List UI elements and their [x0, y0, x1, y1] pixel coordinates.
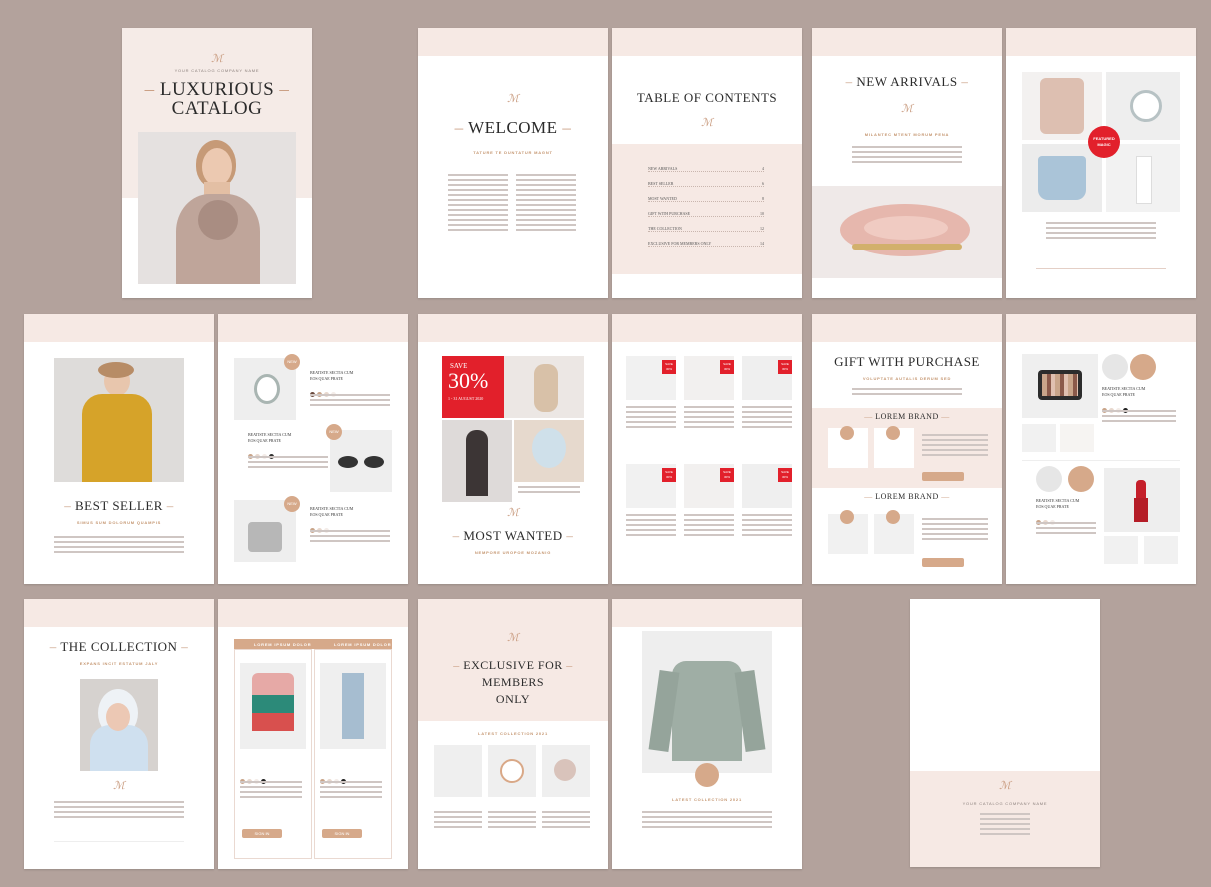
yellow-blazer-photo	[54, 358, 184, 482]
rose-watch-photo[interactable]	[488, 745, 536, 797]
knitwear-page: LOREM IPSUM DOLOR LOREM IPSUM DOLOR SIGN…	[218, 599, 408, 869]
featured-badge: FEATURED MAGIC	[1088, 126, 1120, 158]
sign-in-button[interactable]: SIGN IN	[322, 829, 362, 838]
tab-lorem-2[interactable]: LOREM IPSUM DOLOR	[334, 642, 391, 647]
product-list-page: NEW BEATISTE SECTIA CUM EOS QUAE PRATE B…	[218, 314, 408, 584]
cover-tagline: YOUR CATALOG COMPANY NAME	[174, 68, 260, 73]
gift-button[interactable]	[922, 472, 964, 481]
best-seller-title: BEST SELLER	[75, 498, 163, 513]
denim-skirt-photo	[1022, 144, 1102, 212]
sign-in-button[interactable]: SIGN IN	[242, 829, 282, 838]
exclusive-section-label: LATEST COLLECTION 2021	[478, 731, 548, 736]
sale-grid-page: SAVE 30% SAVE 30% SAVE 30% SAVE 30% SAVE 30% SAVE 3…	[612, 314, 802, 584]
sale-badge: SAVE 30%	[778, 360, 792, 374]
new-badge: NEW	[284, 354, 300, 370]
gift-button[interactable]	[922, 558, 964, 567]
toc-entry[interactable]: GIFT WITH PURCHASE 10	[648, 211, 764, 217]
toc-entry[interactable]: NEW ARRIVALS 4	[648, 166, 764, 172]
jeans-photo[interactable]	[320, 663, 386, 749]
toc-entry[interactable]: BEST SELLER 6	[648, 181, 764, 187]
blue-hair-photo	[514, 420, 584, 482]
logo-mark: ℳ	[507, 507, 519, 519]
gift-brand-1: LOREM BRAND	[875, 412, 939, 421]
exclusive-members-page: ℳ – EXCLUSIVE FOR – MEMBERS ONLY LATEST …	[418, 599, 608, 869]
featured-products-page: FEATURED MAGIC	[1006, 28, 1196, 298]
eyeshadow-palette-photo[interactable]	[1022, 354, 1098, 418]
white-hair-model-photo	[80, 679, 158, 771]
exclusive-title-line1: EXCLUSIVE FOR	[463, 658, 563, 672]
welcome-body-left	[448, 174, 508, 234]
logo-mark: ℳ	[507, 632, 519, 644]
logo-mark: ℳ	[901, 103, 913, 115]
black-dress-photo	[442, 420, 512, 502]
beige-model-photo	[504, 356, 584, 418]
gift-subtitle: VOLUPTATE AUTALIS DERUM SED	[862, 376, 952, 381]
cover-title-line1: LUXURIOUS	[159, 79, 275, 100]
toc-page: TABLE OF CONTENTS ℳ NEW ARRIVALS 4 BEST S…	[612, 28, 802, 298]
latest-collection-caption: LATEST COLLECTION 2021	[672, 797, 742, 802]
welcome-title: WELCOME	[468, 118, 558, 137]
sale-badge: SAVE 30%	[720, 360, 734, 374]
gift-with-purchase-page: GIFT WITH PURCHASE VOLUPTATE AUTALIS DER…	[812, 314, 1002, 584]
logo-mark: ℳ	[113, 780, 125, 792]
cover-title-line2: CATALOG	[171, 98, 263, 119]
collection-title: THE COLLECTION	[60, 639, 178, 654]
new-arrivals-page: – NEW ARRIVALS – ℳ MILANTEC MTENT MORUM …	[812, 28, 1002, 298]
logo-mark: ℳ	[507, 93, 519, 105]
striped-sweater-photo[interactable]	[240, 663, 306, 749]
best-seller-subtitle: SIMUS SUM DOLORUM QUAMPIS	[76, 520, 162, 525]
sale-banner: SAVE 30% 1 - 31 AUGUST 2020	[442, 356, 504, 418]
welcome-body-right	[516, 174, 576, 234]
welcome-subtitle: TATURE TE DUNTATUR MAGNT	[473, 150, 553, 155]
most-wanted-title: MOST WANTED	[463, 528, 563, 543]
gift-title: GIFT WITH PURCHASE	[834, 354, 980, 369]
cover-page: ℳ YOUR CATALOG COMPANY NAME – LUXURIOUS …	[122, 28, 312, 298]
tab-lorem-1[interactable]: LOREM IPSUM DOLOR	[254, 642, 311, 647]
toc-entry[interactable]: MOST WANTED 8	[648, 196, 764, 202]
best-seller-page: – BEST SELLER – SIMUS SUM DOLORUM QUAMPI…	[24, 314, 214, 584]
lipstick-photo[interactable]	[1104, 468, 1180, 532]
back-cover-page: ℳ YOUR CATALOG COMPANY NAME	[910, 599, 1100, 867]
new-arrivals-subtitle: MILANTEC MTENT MORUM PENA	[864, 132, 950, 137]
toc-title: TABLE OF CONTENTS	[636, 90, 778, 105]
logo-mark: ℳ	[701, 117, 713, 129]
beauty-products-page: BEATISTE SECTIA CUM EOS QUAE PRATE BEATI…	[1006, 314, 1196, 584]
toc-list: NEW ARRIVALS 4 BEST SELLER 6 MOST WANTED 8 …	[648, 166, 764, 247]
back-cover-company: YOUR CATALOG COMPANY NAME	[962, 801, 1048, 806]
new-badge: NEW	[326, 424, 342, 440]
exclusive-title-line2: MEMBERS	[481, 675, 545, 689]
white-boot-photo	[1106, 144, 1180, 212]
scarf-photo[interactable]	[542, 745, 590, 797]
new-badge: NEW	[284, 496, 300, 512]
silk-scarf-photo	[812, 186, 1002, 278]
grey-sweater-photo	[642, 631, 772, 773]
sale-badge: SAVE 30%	[662, 360, 676, 374]
logo-mark: ℳ	[999, 780, 1011, 792]
most-wanted-page: SAVE 30% 1 - 31 AUGUST 2020 ℳ – MOST WAN…	[418, 314, 608, 584]
collection-subtitle: EXPANS INCIT ESTATUM JALY	[79, 661, 159, 666]
most-wanted-subtitle: NEMPORE UROPOE MOZANIG	[474, 550, 552, 555]
sale-badge: SAVE 30%	[720, 468, 734, 482]
exclusive-title-line3: ONLY	[495, 692, 531, 706]
sunglasses-product-photo[interactable]	[330, 430, 392, 492]
sale-badge: SAVE 30%	[662, 468, 676, 482]
toc-entry[interactable]: THE COLLECTION 12	[648, 226, 764, 232]
gift-brand-2: LOREM BRAND	[875, 492, 939, 501]
collection-page: – THE COLLECTION – EXPANS INCIT ESTATUM …	[24, 599, 214, 869]
welcome-page: ℳ – WELCOME – TATURE TE DUNTATUR MAGNT	[418, 28, 608, 298]
belt-photo[interactable]	[434, 745, 482, 797]
toc-entry[interactable]: EXCLUSIVE FOR MEMBERS ONLY 14	[648, 241, 764, 247]
sale-badge: SAVE 30%	[778, 468, 792, 482]
cover-model-photo	[138, 132, 296, 284]
latest-collection-page: LATEST COLLECTION 2021	[612, 599, 802, 869]
logo-mark: ℳ	[211, 53, 223, 65]
new-arrivals-title: NEW ARRIVALS	[856, 74, 958, 89]
